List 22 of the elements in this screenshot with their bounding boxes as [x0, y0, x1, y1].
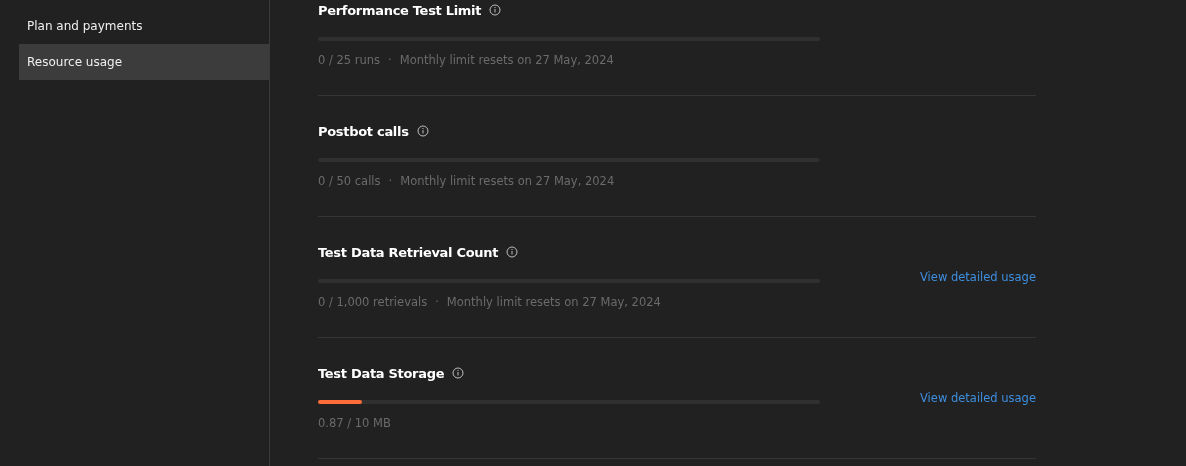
sidebar-item[interactable]: Resource usage: [19, 44, 269, 80]
separator-dot: ·: [435, 294, 439, 311]
detailed-usage-link[interactable]: View detailed usage: [920, 270, 1036, 284]
limit-title: Performance Test Limit: [318, 2, 482, 18]
reset-note: Monthly limit resets on 27 May, 2024: [400, 173, 615, 190]
detailed-usage-link[interactable]: View detailed usage: [920, 391, 1036, 405]
limit-title: Test Data Retrieval Count: [318, 244, 499, 260]
info-icon[interactable]: [506, 246, 519, 258]
usage-count: 0 / 25 runs: [318, 52, 381, 69]
usage-count: 0.87 / 10 MB: [318, 415, 391, 432]
usage-count: 0 / 1,000 retrievals: [318, 294, 428, 311]
info-icon[interactable]: [452, 367, 465, 379]
usage-count: 0 / 50 calls: [318, 173, 381, 190]
limit-title: Test Data Storage: [318, 365, 445, 381]
sidebar-item[interactable]: Plan and payments: [19, 8, 269, 44]
separator-dot: ·: [388, 173, 393, 190]
info-icon[interactable]: [489, 4, 502, 16]
reset-note: Monthly limit resets on 27 May, 2024: [446, 294, 661, 311]
separator-dot: ·: [388, 52, 392, 69]
info-icon[interactable]: [416, 125, 429, 137]
reset-note: Monthly limit resets on 27 May, 2024: [399, 52, 614, 69]
limit-title: Postbot calls: [318, 123, 409, 139]
